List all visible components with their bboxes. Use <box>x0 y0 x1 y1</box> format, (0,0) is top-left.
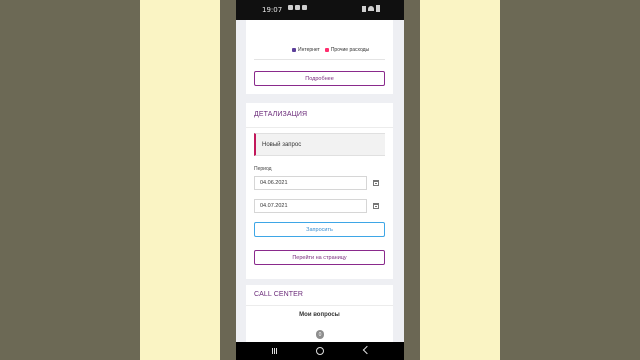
right-background <box>500 0 640 360</box>
cast-icon <box>288 5 293 10</box>
calendar-icon[interactable] <box>373 180 379 186</box>
back-icon[interactable] <box>362 345 372 355</box>
left-background <box>0 0 140 360</box>
system-icons <box>362 5 380 12</box>
legend-item-other: Прочие расходы <box>324 47 370 53</box>
status-bar: 19:07 <box>236 0 404 20</box>
my-questions-link[interactable]: Мои вопросы <box>246 312 393 318</box>
calendar-icon[interactable] <box>373 203 379 209</box>
phone-frame: 19:07 Интернет Прочие расходы Подробнее … <box>236 0 404 360</box>
period-label: Период <box>254 166 272 172</box>
legend-label-other: Прочие расходы <box>330 47 370 53</box>
notification-icons <box>288 5 307 10</box>
date-from-input[interactable]: 04.06.2021 <box>254 176 367 190</box>
expenses-card: Интернет Прочие расходы Подробнее <box>246 20 393 94</box>
app-notification-icon <box>302 5 307 10</box>
home-icon[interactable] <box>316 347 324 355</box>
call-center-title: CALL CENTER <box>254 291 304 298</box>
wifi-icon <box>368 6 374 11</box>
left-cream-panel <box>140 0 220 360</box>
status-time: 19:07 <box>262 6 283 14</box>
goto-page-button[interactable]: Перейти на страницу <box>254 250 385 265</box>
scroll-indicator[interactable]: 0 <box>316 330 324 339</box>
chart-legend: Интернет Прочие расходы <box>292 47 369 53</box>
divider <box>246 127 393 128</box>
details-card: ДЕТАЛИЗАЦИЯ Новый запрос Период 04.06.20… <box>246 103 393 279</box>
date-to-input[interactable]: 04.07.2021 <box>254 199 367 213</box>
divider <box>254 59 385 60</box>
battery-icon <box>376 5 380 12</box>
right-cream-panel <box>420 0 500 360</box>
details-title: ДЕТАЛИЗАЦИЯ <box>254 111 308 118</box>
recents-icon[interactable] <box>272 348 278 354</box>
new-request-item[interactable]: Новый запрос <box>254 133 385 156</box>
legend-label-internet: Интернет <box>298 47 320 53</box>
app-screen[interactable]: Интернет Прочие расходы Подробнее ДЕТАЛИ… <box>236 20 404 342</box>
divider <box>246 305 393 306</box>
request-button[interactable]: Запросить <box>254 222 385 237</box>
legend-swatch-internet <box>292 48 296 52</box>
details-button[interactable]: Подробнее <box>254 71 385 86</box>
legend-item-internet: Интернет <box>292 47 320 53</box>
navigation-bar <box>236 342 404 360</box>
message-icon <box>295 5 300 10</box>
signal-icon <box>362 5 366 12</box>
legend-swatch-other <box>324 48 329 52</box>
